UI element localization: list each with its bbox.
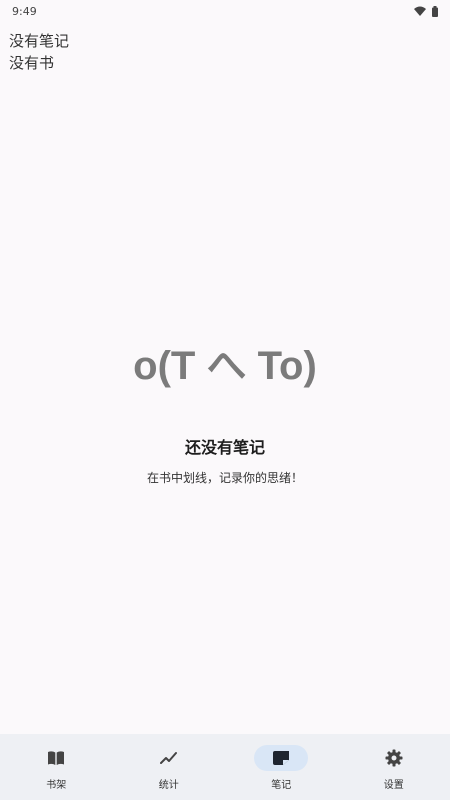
nav-icon-container (142, 745, 196, 771)
empty-state: o(T へ To) 还没有笔记 在书中划线，记录你的思绪！ (0, 338, 450, 486)
nav-label-settings: 设置 (383, 780, 404, 791)
nav-label-stats: 统计 (158, 780, 179, 791)
nav-item-stats[interactable]: 统计 (113, 734, 226, 800)
debug-text: 没有笔记 没有书 (9, 30, 69, 74)
no-notes-text: 没有笔记 (9, 32, 70, 50)
nav-label-notes: 笔记 (271, 780, 292, 791)
status-bar: 9:49 (0, 0, 450, 22)
empty-emoticon: o(T へ To) (133, 344, 317, 388)
status-icons (414, 5, 438, 17)
nav-icon-container (29, 745, 83, 771)
gear-icon (385, 749, 403, 767)
status-time: 9:49 (12, 4, 37, 18)
nav-item-settings[interactable]: 设置 (338, 734, 450, 800)
battery-icon (432, 5, 438, 17)
empty-subtitle: 在书中划线，记录你的思绪！ (146, 471, 303, 485)
wifi-icon (414, 6, 426, 16)
nav-icon-container-active (254, 745, 309, 771)
nav-icon-container (367, 745, 421, 771)
nav-label-bookshelf: 书架 (46, 780, 67, 791)
no-books-text: 没有书 (9, 54, 55, 72)
nav-item-bookshelf[interactable]: 书架 (0, 734, 113, 800)
nav-item-notes[interactable]: 笔记 (225, 734, 338, 800)
trend-line-icon (159, 752, 177, 764)
notes-screen: 9:49 没有笔记 没有书 o(T へ To) 还没有笔记 在书中划线，记录你的… (0, 0, 450, 800)
bottom-navigation: 书架 统计 笔记 设置 (0, 734, 450, 800)
note-icon (273, 751, 290, 765)
book-open-icon (48, 751, 65, 765)
empty-title: 还没有笔记 (184, 438, 265, 457)
